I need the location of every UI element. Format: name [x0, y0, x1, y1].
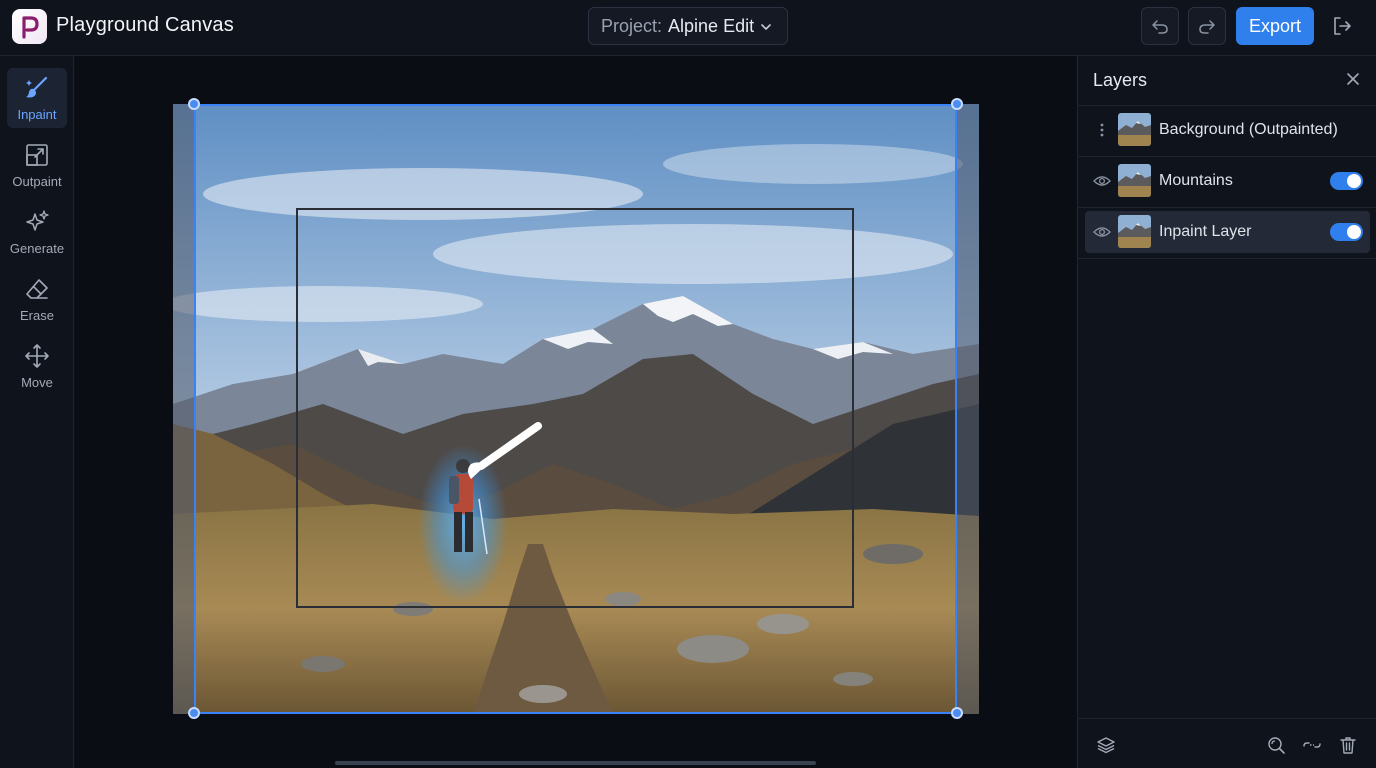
resize-handle-top-left[interactable] — [188, 98, 200, 110]
mountain-thumbnail-icon — [1118, 113, 1151, 146]
tool-label: Move — [21, 374, 53, 390]
zoom-reset-icon — [1268, 737, 1285, 754]
layer-thumbnail — [1118, 113, 1151, 146]
layer-thumbnail — [1118, 164, 1151, 197]
project-label: Project: — [601, 15, 663, 36]
drag-handle-icon — [1100, 123, 1104, 137]
chevron-down-icon — [761, 24, 771, 30]
resize-handle-top-right[interactable] — [951, 98, 963, 110]
layers-panel: Layers Background (Outpainted) Mountains… — [1077, 56, 1376, 768]
exit-button[interactable] — [1326, 11, 1358, 41]
redo-icon — [1199, 20, 1215, 34]
panel-footer — [1078, 718, 1376, 768]
layer-enable-toggle[interactable] — [1330, 223, 1363, 241]
canvas-area[interactable] — [75, 56, 1076, 768]
layer-row[interactable]: Background (Outpainted) — [1085, 109, 1370, 151]
tool-label: Outpaint — [12, 173, 62, 189]
layer-name: Inpaint Layer — [1159, 223, 1252, 240]
link-button[interactable] — [1302, 735, 1322, 755]
divider — [1078, 105, 1376, 106]
layer-enable-toggle[interactable] — [1330, 172, 1363, 190]
brush-icon — [26, 76, 48, 97]
visibility-toggle[interactable] — [1093, 223, 1111, 241]
app-logo — [12, 9, 47, 44]
eye-icon — [1093, 227, 1111, 237]
sparkles-icon — [26, 209, 49, 231]
tool-move[interactable]: Move — [7, 336, 67, 396]
project-dropdown[interactable]: Project: Alpine Edit — [588, 7, 788, 45]
mountain-thumbnail-icon — [1118, 215, 1151, 248]
outpaint-edge-left — [173, 104, 195, 714]
layer-thumbnail — [1118, 215, 1151, 248]
layer-drag-handle[interactable] — [1093, 121, 1111, 139]
resize-handle-bottom-left[interactable] — [188, 707, 200, 719]
zoom-reset-button[interactable] — [1266, 735, 1286, 755]
trash-icon — [1340, 737, 1356, 754]
tool-sidebar: Inpaint Outpaint Generate Erase Move — [0, 56, 74, 768]
project-value: Alpine Edit — [668, 15, 755, 36]
outpaint-edge-right — [957, 104, 979, 714]
tool-label: Erase — [20, 307, 54, 323]
eraser-icon — [26, 278, 48, 299]
divider — [1078, 156, 1376, 157]
layers-button[interactable] — [1096, 735, 1116, 755]
undo-button[interactable] — [1141, 7, 1179, 45]
resize-handle-bottom-right[interactable] — [951, 707, 963, 719]
inpaint-region[interactable] — [296, 208, 854, 608]
layer-row[interactable]: Mountains — [1085, 160, 1370, 202]
close-icon — [1347, 73, 1359, 85]
layer-name: Background (Outpainted) — [1159, 121, 1338, 138]
mountain-thumbnail-icon — [1118, 164, 1151, 197]
tool-label: Generate — [9, 240, 65, 256]
redo-button[interactable] — [1188, 7, 1226, 45]
app-title: Playground Canvas — [56, 14, 234, 36]
layer-row-selected[interactable]: Inpaint Layer — [1085, 211, 1370, 253]
horizontal-scrollbar[interactable] — [335, 761, 816, 765]
toggle-knob — [1347, 225, 1361, 239]
move-icon — [25, 343, 49, 368]
tool-inpaint[interactable]: Inpaint — [7, 68, 67, 128]
tool-outpaint[interactable]: Outpaint — [7, 135, 67, 195]
panel-title: Layers — [1093, 70, 1148, 90]
tool-label: Inpaint — [17, 106, 57, 122]
tool-erase[interactable]: Erase — [7, 269, 67, 329]
logo-p-icon — [21, 15, 39, 39]
export-button[interactable]: Export — [1236, 7, 1314, 45]
link-icon — [1303, 742, 1321, 748]
eye-icon — [1093, 176, 1111, 186]
top-bar: Playground Canvas Project: Alpine Edit E… — [0, 0, 1376, 56]
tool-generate[interactable]: Generate — [7, 202, 67, 262]
logout-icon — [1334, 17, 1351, 35]
layers-icon — [1097, 737, 1115, 754]
undo-icon — [1152, 20, 1168, 34]
visibility-toggle[interactable] — [1093, 172, 1111, 190]
outpaint-icon — [26, 143, 48, 166]
divider — [1078, 258, 1376, 259]
toggle-knob — [1347, 174, 1361, 188]
divider — [1078, 207, 1376, 208]
close-panel-button[interactable] — [1346, 72, 1360, 91]
layer-name: Mountains — [1159, 172, 1233, 189]
delete-layer-button[interactable] — [1338, 735, 1358, 755]
